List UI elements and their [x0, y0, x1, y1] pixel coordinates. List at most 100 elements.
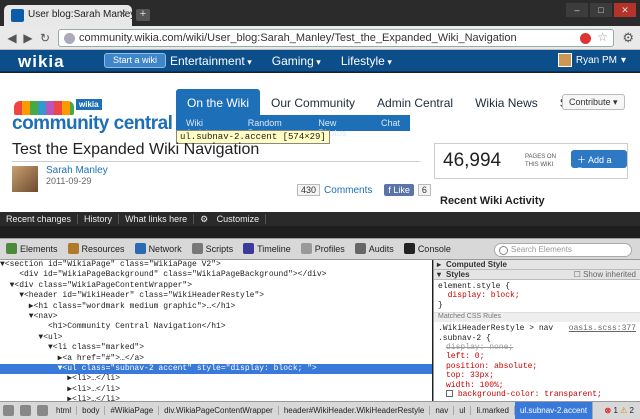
dom-node-line[interactable]: ▼<div class="WikiaPageContentWrapper"> [0, 281, 432, 291]
rule-prop[interactable]: left: 0; [438, 352, 636, 361]
wordmark[interactable]: community central [12, 113, 173, 135]
like-button[interactable]: f Like [384, 184, 414, 196]
dom-node-line[interactable]: ▶<a href="#">…</a> [0, 354, 432, 364]
comments-link[interactable]: Comments [324, 185, 372, 196]
rule-line[interactable]: display: block; [438, 291, 636, 300]
history-link[interactable]: History [78, 214, 120, 224]
error-warning-counter[interactable]: ⊗ 1 ⚠ 2 [605, 406, 640, 415]
dom-node-line[interactable]: ▼<li class="marked"> [0, 343, 432, 353]
panel-network[interactable]: Network [134, 243, 182, 254]
hub-lifestyle[interactable]: Lifestyle [341, 54, 392, 68]
wikia-logo[interactable]: wikia [18, 52, 65, 72]
dom-node-line[interactable]: ▶<li>…</li> [0, 374, 432, 384]
maximize-icon[interactable]: □ [590, 3, 612, 17]
rule-prop[interactable]: top: 33px; [438, 371, 636, 380]
tab-on-the-wiki[interactable]: On the Wiki [176, 89, 261, 115]
subnav-chat[interactable]: Chat [371, 115, 410, 131]
color-swatch-icon[interactable] [446, 390, 453, 398]
breadcrumb-item[interactable]: li.marked [471, 406, 515, 415]
panel-console[interactable]: Console [403, 243, 451, 254]
search-elements-input[interactable]: Search Elements [494, 243, 632, 257]
rule-source-link[interactable]: oasis.scss:377 [569, 324, 636, 333]
dom-node-line[interactable]: ▼<nav> [0, 312, 432, 322]
reload-icon[interactable]: ↻ [37, 30, 53, 46]
dom-node-line[interactable]: ▼<ul class="subnav-2 accent" style="disp… [0, 363, 432, 375]
like-count: 6 [417, 184, 431, 196]
tab-wikia-news[interactable]: Wikia News [464, 89, 549, 115]
rule-prop[interactable]: display: none; [438, 343, 636, 352]
contribute-label: Contribute [569, 97, 611, 107]
panel-elements[interactable]: Elements [6, 243, 58, 254]
breadcrumb-item[interactable]: ul.subnav-2.accent [514, 402, 594, 419]
minimize-icon[interactable]: – [566, 3, 588, 17]
dom-node-line[interactable]: ▼<header id="WikiHeader" class="WikiHead… [0, 291, 432, 301]
breadcrumb-item[interactable]: #WikiaPage [105, 406, 160, 415]
subnav-wiki-activity[interactable]: Wiki Activity [176, 115, 238, 138]
start-wiki-button[interactable]: Start a wiki [104, 53, 167, 68]
tab-our-community[interactable]: Our Community [260, 89, 366, 115]
new-tab-button[interactable]: + [136, 9, 150, 21]
close-window-icon[interactable]: ✕ [614, 3, 636, 17]
browser-tab[interactable]: User blog:Sarah Manley/Te ✕ [4, 5, 132, 26]
hub-entertainment[interactable]: Entertainment [170, 54, 252, 68]
breadcrumb-item[interactable]: nav [430, 406, 455, 415]
user-menu[interactable]: Ryan PM ▾ [557, 53, 626, 67]
bookmark-star-icon[interactable]: ☆ [597, 30, 608, 44]
computed-style-header[interactable]: Computed Style [434, 260, 640, 270]
panel-profiles[interactable]: Profiles [300, 243, 345, 254]
hub-gaming[interactable]: Gaming [272, 54, 321, 68]
subnav-new-photos[interactable]: New Photos [308, 115, 371, 138]
show-inherited-toggle[interactable]: ☐ Show inherited [574, 270, 636, 279]
dom-node-line[interactable]: ▶<li>…</li> [0, 385, 432, 395]
matched-rules-header: Matched CSS Rules [434, 313, 640, 323]
rule-prop[interactable]: width: 100%; [438, 381, 636, 390]
rule-prop[interactable]: background-color: transparent; [438, 390, 636, 399]
breadcrumb-item[interactable]: header#WikiHeader.WikiHeaderRestyle [279, 406, 431, 415]
rule-selector: .WikiHeaderRestyle > nav [438, 324, 554, 334]
audits-icon [354, 243, 366, 254]
breadcrumb-item[interactable]: body [77, 406, 106, 415]
error-count: 1 [613, 406, 618, 415]
back-icon[interactable]: ◀ [4, 30, 20, 46]
what-links-here-link[interactable]: What links here [119, 214, 195, 224]
dom-node-line[interactable]: <div id="WikiaPageBackground" class="Wik… [0, 270, 432, 280]
extension-icon[interactable] [580, 33, 591, 44]
post-date: 2011-09-29 [46, 176, 92, 186]
comments-area: 430 Comments f Like 6 [297, 184, 431, 196]
element-breadcrumbs: html body #WikiaPage div.WikiaPageContentWr… [0, 401, 640, 419]
breadcrumb-item[interactable]: html [51, 406, 78, 415]
breadcrumb-item[interactable]: div.WikiaPageContentWrapper [159, 406, 279, 415]
dom-node-line[interactable]: ▼<ul> [0, 333, 432, 343]
panel-label: Audits [368, 243, 394, 254]
dom-node-line[interactable]: ▶<h1 class="wordmark medium graphic">…</… [0, 302, 432, 312]
rule-prop[interactable]: position: absolute; [438, 362, 636, 371]
address-bar[interactable]: community.wikia.com/wiki/User_blog:Sarah… [58, 29, 614, 47]
page-info-icon[interactable] [64, 33, 75, 44]
dom-node-line[interactable]: ▼<section id="WikiaPage" class="WikiaPag… [0, 260, 432, 270]
recent-changes-link[interactable]: Recent changes [0, 214, 79, 224]
styles-header[interactable]: Styles ☐ Show inherited [434, 270, 640, 280]
dock-icon[interactable] [3, 405, 14, 416]
author-avatar[interactable] [12, 166, 38, 192]
breadcrumb-item[interactable]: ul [454, 406, 472, 415]
close-tab-icon[interactable]: ✕ [119, 9, 127, 20]
subnav-random-page[interactable]: Random Page [238, 115, 309, 138]
forward-icon[interactable]: ▶ [20, 30, 36, 46]
matched-rule[interactable]: .WikiHeaderRestyle > nav oasis.scss:377 .… [434, 322, 640, 401]
contribute-button[interactable]: Contribute ▾ [562, 94, 625, 110]
rule-line: } [438, 300, 443, 310]
author-link[interactable]: Sarah Manley [46, 165, 108, 176]
dom-tree[interactable]: ▼<section id="WikiaPage" class="WikiaPag… [0, 260, 432, 401]
console-toggle-icon[interactable] [20, 405, 31, 416]
tab-admin-central[interactable]: Admin Central [366, 89, 464, 115]
add-page-button[interactable]: ＋ Add a Page [571, 150, 627, 176]
wrench-menu-icon[interactable]: ⚙ [622, 30, 634, 46]
customize-link[interactable]: ⚙ Customize [194, 213, 272, 225]
inspect-icon[interactable] [37, 405, 48, 416]
panel-audits[interactable]: Audits [354, 243, 394, 254]
element-style-rule[interactable]: element.style { display: block; } [434, 280, 640, 314]
dom-node-line[interactable]: <h1>Community Central Navigation</h1> [0, 322, 432, 332]
panel-resources[interactable]: Resources [67, 243, 125, 254]
panel-timeline[interactable]: Timeline [243, 243, 291, 254]
panel-scripts[interactable]: Scripts [191, 243, 233, 254]
